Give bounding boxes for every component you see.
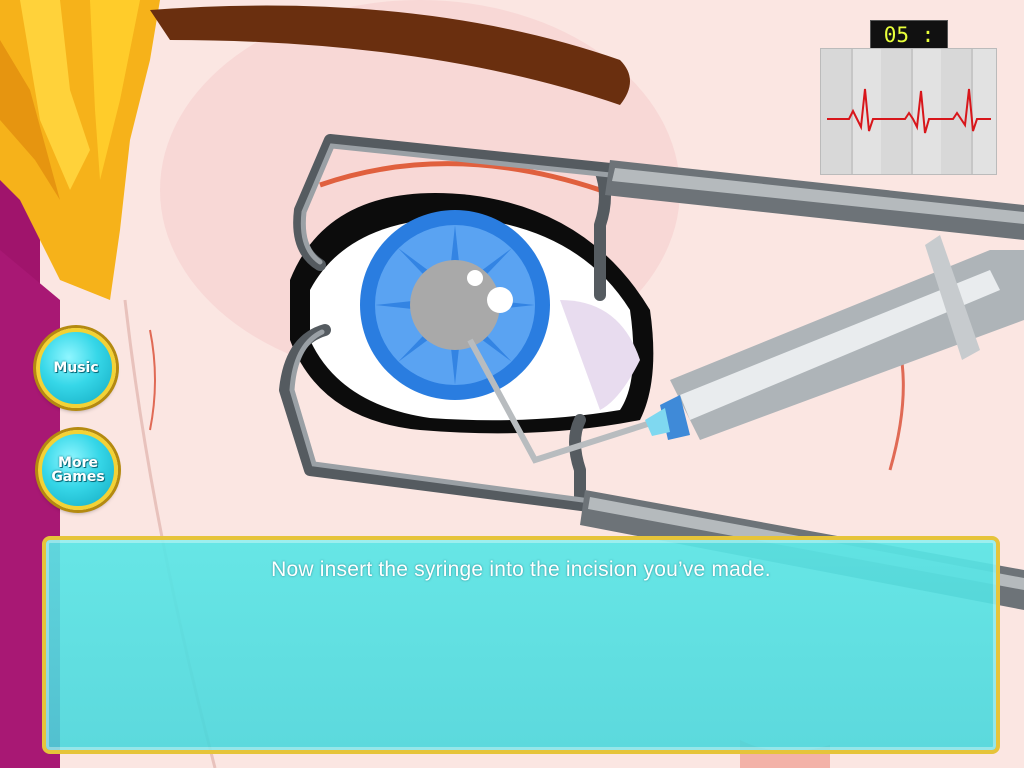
more-games-button[interactable]: More Games [38, 430, 118, 510]
instruction-dialog: Now insert the syringe into the incision… [42, 536, 1000, 754]
heart-monitor [820, 48, 997, 175]
timer-display: 05 : 40 [870, 20, 948, 75]
music-button[interactable]: Music [36, 328, 116, 408]
instruction-text: Now insert the syringe into the incision… [271, 558, 771, 581]
more-games-label-line1: More [58, 455, 98, 471]
heartbeat-icon [827, 88, 991, 134]
music-button-label: Music [53, 360, 99, 376]
more-games-label-line2: Games [51, 469, 105, 485]
